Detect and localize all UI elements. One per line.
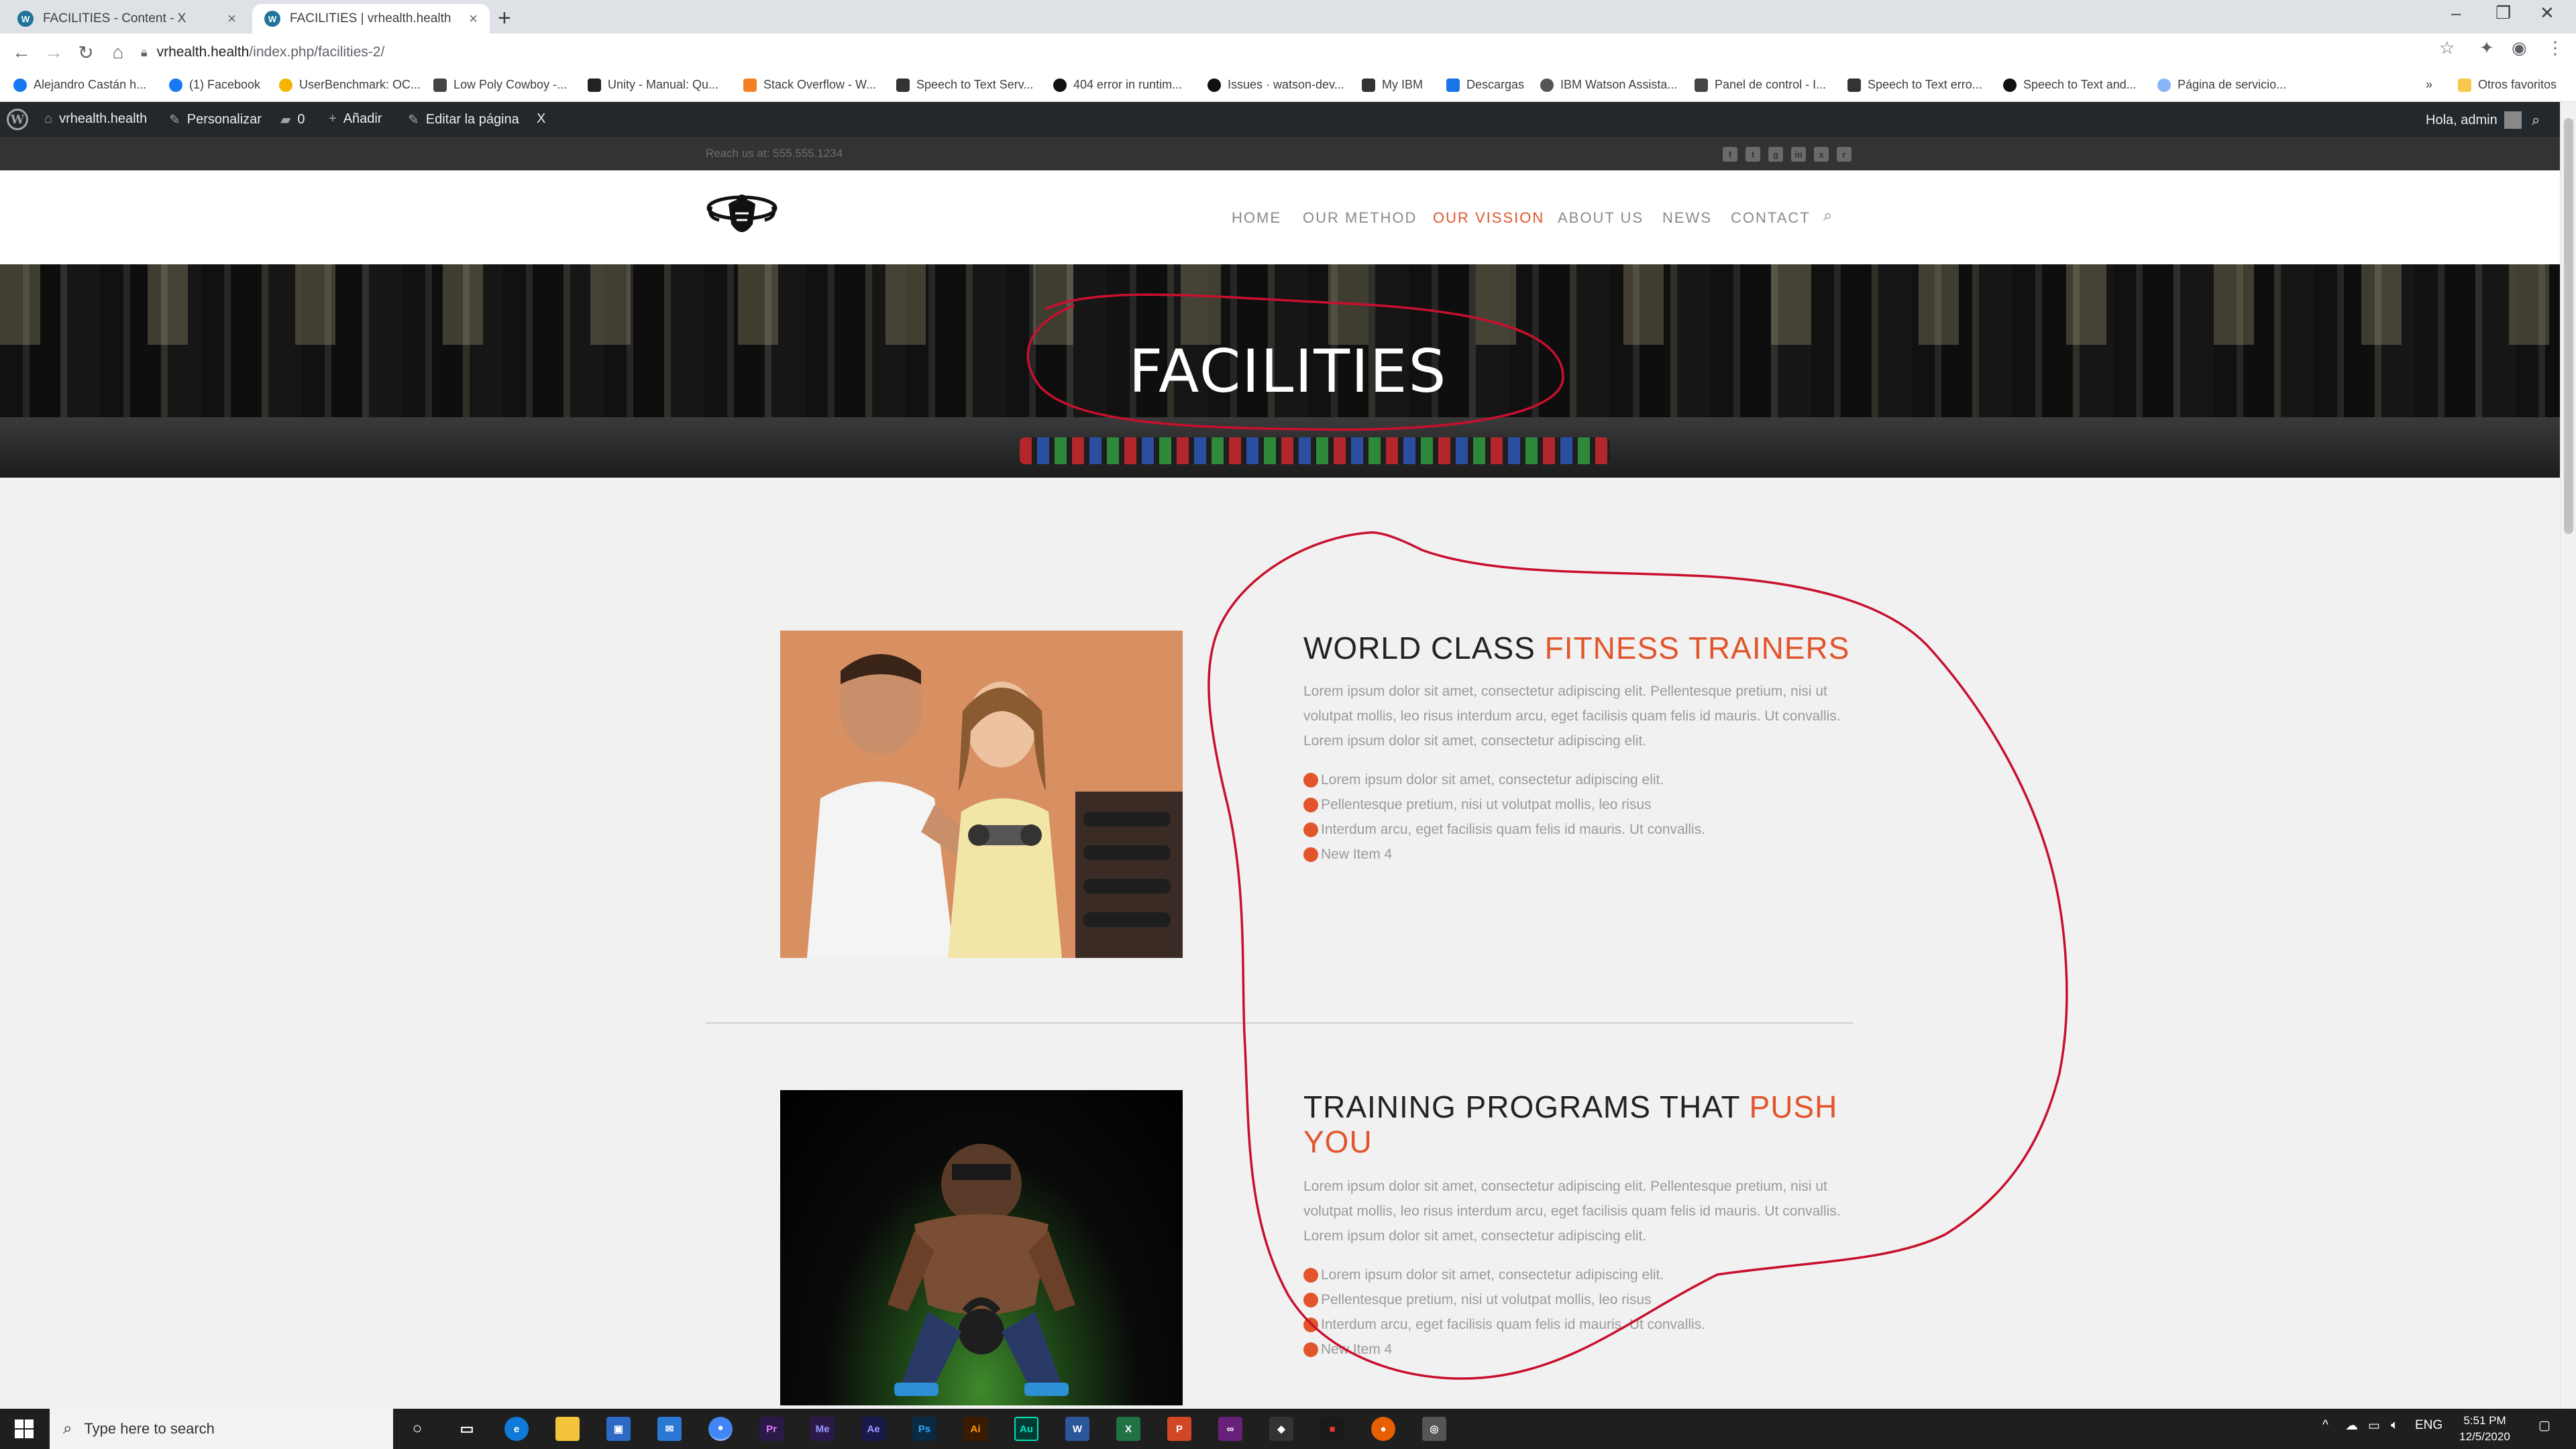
powerpoint-icon[interactable]: P <box>1167 1417 1191 1441</box>
cortana-icon[interactable]: ○ <box>405 1417 429 1441</box>
illustrator-icon[interactable]: Ai <box>963 1417 987 1441</box>
windows-start-icon[interactable] <box>13 1418 35 1440</box>
store-icon[interactable]: ▣ <box>606 1417 631 1441</box>
annotation-freehand-loop <box>1208 531 2068 1380</box>
language-indicator[interactable]: ENG <box>2415 1418 2443 1433</box>
mail-icon[interactable]: ✉ <box>657 1417 682 1441</box>
scrollbar-thumb[interactable] <box>2564 118 2573 534</box>
media-encoder-icon[interactable]: Me <box>810 1417 835 1441</box>
edge-icon[interactable]: e <box>504 1417 529 1441</box>
network-icon[interactable]: ▭ <box>2368 1418 2380 1434</box>
file-explorer-icon[interactable] <box>555 1417 580 1441</box>
search-placeholder: Type here to search <box>84 1420 215 1437</box>
visual-studio-icon[interactable]: ∞ <box>1218 1417 1242 1441</box>
word-icon[interactable]: W <box>1065 1417 1089 1441</box>
unity-icon[interactable]: ◆ <box>1269 1417 1293 1441</box>
volume-icon[interactable]: 🔈︎ <box>2391 1418 2398 1433</box>
premiere-icon[interactable]: Pr <box>759 1417 784 1441</box>
clock-time: 5:51 PM <box>2463 1414 2506 1427</box>
chrome-icon[interactable]: ● <box>708 1417 733 1441</box>
search-icon: ⌕ <box>63 1419 72 1438</box>
onedrive-icon[interactable]: ☁ <box>2345 1418 2358 1434</box>
photoshop-icon[interactable]: Ps <box>912 1417 936 1441</box>
taskbar-clock[interactable]: 5:51 PM 12/5/2020 <box>2445 1413 2525 1445</box>
notifications-icon[interactable]: ▢ <box>2538 1418 2551 1434</box>
tray-overflow-icon[interactable]: ^ <box>2322 1418 2328 1433</box>
excel-icon[interactable]: X <box>1116 1417 1140 1441</box>
app-icon[interactable]: ◎ <box>1422 1417 1446 1441</box>
app-icon[interactable]: ■ <box>1320 1417 1344 1441</box>
windows-taskbar: ⌕ Type here to search ○ ▭ e ▣ ✉ ● Pr Me … <box>0 1409 2576 1449</box>
clock-date: 12/5/2020 <box>2459 1430 2510 1443</box>
page-scrollbar[interactable] <box>2560 102 2576 1409</box>
task-view-icon[interactable]: ▭ <box>455 1417 479 1441</box>
audition-icon[interactable]: Au <box>1014 1417 1038 1441</box>
taskbar-search-input[interactable]: ⌕ Type here to search <box>50 1409 393 1449</box>
firefox-icon[interactable]: ● <box>1371 1417 1395 1441</box>
after-effects-icon[interactable]: Ae <box>861 1417 885 1441</box>
